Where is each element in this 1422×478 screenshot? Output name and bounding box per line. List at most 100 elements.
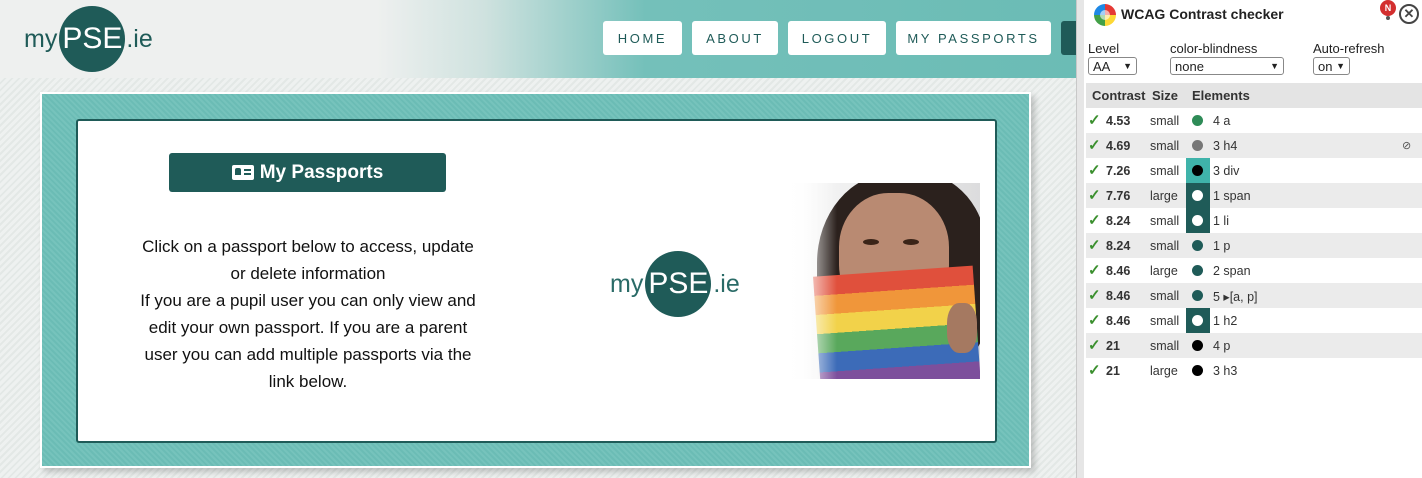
result-row[interactable]: ✓ 21 small 4 p bbox=[1086, 333, 1422, 358]
site-logo[interactable]: my PSE .ie bbox=[24, 6, 153, 72]
close-icon[interactable]: ✕ bbox=[1399, 4, 1419, 24]
passports-description: Click on a passport below to access, upd… bbox=[118, 233, 498, 395]
description-line: link below. bbox=[268, 372, 348, 391]
site-header: my PSE .ie HOME ABOUT LOGOUT MY PASSPORT… bbox=[0, 0, 1076, 78]
nav-extra-button[interactable] bbox=[1061, 21, 1076, 55]
element-count[interactable]: 4 p bbox=[1213, 339, 1230, 353]
contrast-ratio: 21 bbox=[1106, 339, 1120, 353]
description-line: If you are a pupil user you can only vie… bbox=[140, 291, 476, 310]
results-table-header: Contrast Size Elements bbox=[1086, 83, 1422, 108]
result-row[interactable]: ✓ 8.46 small 1 h2 bbox=[1086, 308, 1422, 333]
result-row[interactable]: ✓ 7.26 small 3 div bbox=[1086, 158, 1422, 183]
element-count[interactable]: 2 span bbox=[1213, 264, 1251, 278]
foreground-color-dot bbox=[1192, 365, 1203, 376]
contrast-ratio: 4.69 bbox=[1106, 139, 1131, 153]
nav-about-button[interactable]: ABOUT bbox=[692, 21, 778, 55]
passports-card: My Passports Click on a passport below t… bbox=[76, 119, 997, 443]
element-count[interactable]: 3 h3 bbox=[1213, 364, 1237, 378]
description-line: edit your own passport. If you are a par… bbox=[148, 318, 468, 337]
chevron-down-icon: ▼ bbox=[1336, 61, 1345, 71]
autorefresh-select[interactable]: on ▼ bbox=[1313, 57, 1350, 75]
text-size: small bbox=[1150, 314, 1180, 328]
text-size: small bbox=[1150, 339, 1180, 353]
level-select[interactable]: AA ▼ bbox=[1088, 57, 1137, 75]
colorblind-label: color-blindness bbox=[1170, 41, 1258, 56]
element-count[interactable]: 4 a bbox=[1213, 114, 1230, 128]
menu-dot-icon[interactable] bbox=[1386, 16, 1390, 20]
check-icon: ✓ bbox=[1088, 337, 1101, 354]
check-icon: ✓ bbox=[1088, 187, 1101, 204]
result-row[interactable]: ✓ 4.53 small 4 a bbox=[1086, 108, 1422, 133]
element-count[interactable]: 1 span bbox=[1213, 189, 1251, 203]
contrast-ratio: 21 bbox=[1106, 364, 1120, 378]
element-count[interactable]: 3 div bbox=[1213, 164, 1239, 178]
panel-resize-handle[interactable] bbox=[1076, 0, 1084, 478]
nav-home-button[interactable]: HOME bbox=[603, 21, 682, 55]
check-icon: ✓ bbox=[1088, 362, 1101, 379]
foreground-color-dot bbox=[1192, 140, 1203, 151]
check-icon: ✓ bbox=[1088, 212, 1101, 229]
notification-badge[interactable]: N bbox=[1380, 0, 1396, 16]
colorblind-select[interactable]: none ▼ bbox=[1170, 57, 1284, 75]
column-size[interactable]: Size bbox=[1152, 88, 1178, 103]
result-row[interactable]: ✓ 7.76 large 1 span bbox=[1086, 183, 1422, 208]
colorblind-value: none bbox=[1175, 58, 1204, 74]
photo-eye-right bbox=[903, 239, 919, 245]
text-size: small bbox=[1150, 114, 1180, 128]
foreground-color-dot bbox=[1192, 115, 1203, 126]
id-card-icon bbox=[231, 165, 254, 180]
foreground-color-dot bbox=[1192, 190, 1203, 201]
foreground-color-dot bbox=[1192, 315, 1203, 326]
result-row[interactable]: ✓ 4.69 small 3 h4 ⊘ bbox=[1086, 133, 1422, 158]
column-contrast[interactable]: Contrast bbox=[1092, 88, 1145, 103]
check-icon: ✓ bbox=[1088, 237, 1101, 254]
element-count[interactable]: 5 ▸[a, p] bbox=[1213, 289, 1258, 304]
result-row[interactable]: ✓ 8.46 large 2 span bbox=[1086, 258, 1422, 283]
text-size: small bbox=[1150, 214, 1180, 228]
result-row[interactable]: ✓ 8.24 small 1 p bbox=[1086, 233, 1422, 258]
element-count[interactable]: 1 li bbox=[1213, 214, 1229, 228]
autorefresh-label: Auto-refresh bbox=[1313, 41, 1385, 56]
logo-ie: .ie bbox=[126, 24, 153, 53]
description-line: Click on a passport below to access, upd… bbox=[142, 237, 474, 256]
logo-ie: .ie bbox=[713, 269, 740, 298]
element-count[interactable]: 1 h2 bbox=[1213, 314, 1237, 328]
check-icon: ✓ bbox=[1088, 162, 1101, 179]
text-size: small bbox=[1150, 239, 1180, 253]
element-count[interactable]: 1 p bbox=[1213, 239, 1230, 253]
chevron-down-icon: ▼ bbox=[1270, 61, 1279, 71]
foreground-color-dot bbox=[1192, 165, 1203, 176]
photo-eye-left bbox=[863, 239, 879, 245]
column-elements[interactable]: Elements bbox=[1192, 88, 1250, 103]
text-size: small bbox=[1150, 164, 1180, 178]
my-passports-heading-button[interactable]: My Passports bbox=[169, 153, 446, 192]
autorefresh-control: Auto-refresh on ▼ bbox=[1313, 41, 1385, 75]
text-size: large bbox=[1150, 264, 1178, 278]
contrast-ratio: 4.53 bbox=[1106, 114, 1131, 128]
result-row[interactable]: ✓ 21 large 3 h3 bbox=[1086, 358, 1422, 383]
level-value: AA bbox=[1093, 58, 1111, 74]
result-row[interactable]: ✓ 8.46 small 5 ▸[a, p] bbox=[1086, 283, 1422, 308]
contrast-ratio: 8.46 bbox=[1106, 264, 1131, 278]
check-icon: ✓ bbox=[1088, 312, 1101, 329]
website-viewport: my PSE .ie HOME ABOUT LOGOUT MY PASSPORT… bbox=[0, 0, 1076, 478]
check-icon: ✓ bbox=[1088, 137, 1101, 154]
photo-hand bbox=[947, 303, 977, 353]
logo-my: my bbox=[610, 269, 644, 298]
logo-pse-circle: PSE bbox=[645, 251, 712, 317]
description-line: or delete information bbox=[230, 264, 386, 283]
foreground-color-dot bbox=[1192, 240, 1203, 251]
eye-off-icon[interactable]: ⊘ bbox=[1402, 139, 1411, 152]
text-size: small bbox=[1150, 139, 1180, 153]
contrast-ratio: 8.24 bbox=[1106, 214, 1131, 228]
card-logo: my PSE .ie bbox=[610, 251, 740, 317]
extension-title: WCAG Contrast checker bbox=[1121, 6, 1284, 22]
nav-my-passports-button[interactable]: MY PASSPORTS bbox=[896, 21, 1051, 55]
foreground-color-dot bbox=[1192, 215, 1203, 226]
nav-logout-button[interactable]: LOGOUT bbox=[788, 21, 886, 55]
content-panel: My Passports Click on a passport below t… bbox=[40, 92, 1031, 468]
element-count[interactable]: 3 h4 bbox=[1213, 139, 1237, 153]
result-row[interactable]: ✓ 8.24 small 1 li bbox=[1086, 208, 1422, 233]
main-nav: HOME ABOUT LOGOUT MY PASSPORTS bbox=[603, 21, 1076, 55]
colorblind-control: color-blindness none ▼ bbox=[1170, 41, 1284, 75]
